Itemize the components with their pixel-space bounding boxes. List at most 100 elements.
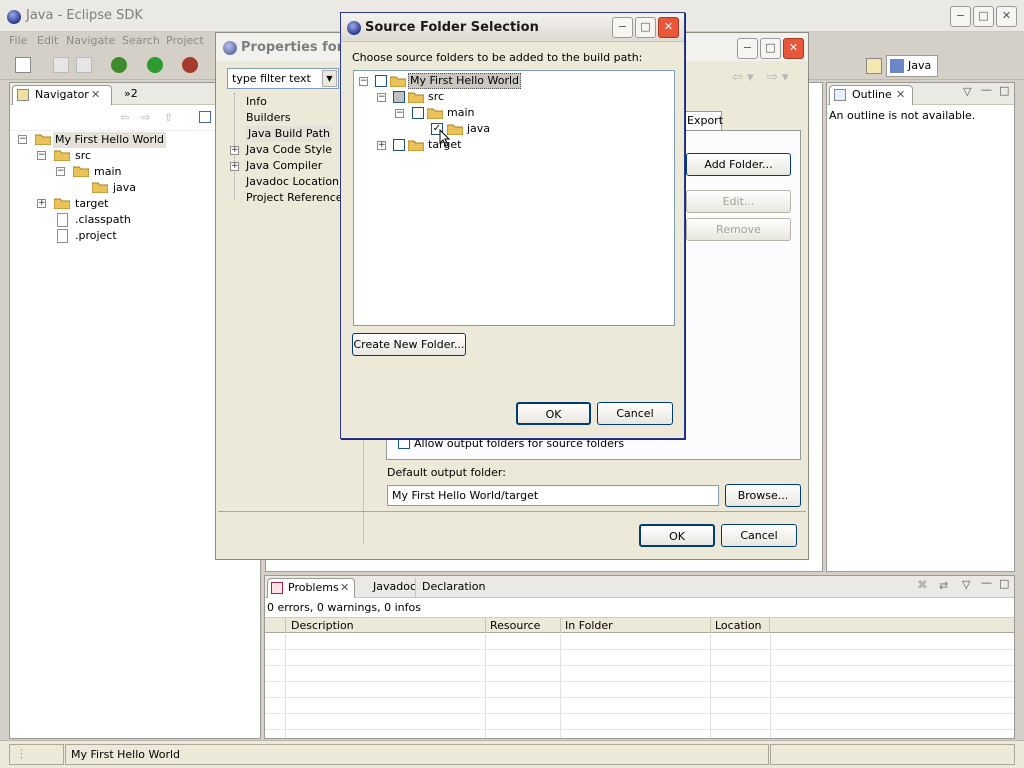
problems-tab-label: Problems <box>288 581 339 594</box>
delete-icon[interactable]: ✖ <box>917 578 928 593</box>
tree-checkbox[interactable] <box>412 107 424 119</box>
new-file-icon[interactable] <box>15 57 31 73</box>
nav-item-javadoc-location[interactable]: Javadoc Location <box>246 174 339 190</box>
tree-item-label: My First Hello World <box>408 73 522 89</box>
view-menu-icon[interactable]: ▽ <box>963 85 971 98</box>
source-ok-button[interactable]: OK <box>516 402 591 425</box>
main-maximize-button[interactable]: □ <box>973 6 994 27</box>
main-window-title: Java - Eclipse SDK <box>26 8 143 23</box>
forward-arrow-icon[interactable]: ⇨ ▾ <box>767 70 789 85</box>
outline-message: An outline is not available. <box>829 109 976 122</box>
tab-javadoc[interactable]: Javadoc <box>367 578 422 598</box>
source-cancel-button[interactable]: Cancel <box>597 402 673 425</box>
tab-problems[interactable]: Problems ✕ <box>267 578 355 598</box>
nav-item-java-compiler[interactable]: Java Compiler <box>246 158 322 174</box>
tree-collapse-icon[interactable]: − <box>359 77 368 86</box>
view-overflow-tab[interactable]: »2 <box>118 85 144 105</box>
close-icon[interactable]: ✕ <box>91 86 100 104</box>
tree-checkbox[interactable] <box>393 91 405 103</box>
save-icon[interactable] <box>53 57 69 73</box>
maximize-view-icon[interactable]: □ <box>999 84 1009 97</box>
menu-edit[interactable]: Edit <box>37 32 58 50</box>
minimize-view-icon[interactable]: — <box>981 576 992 589</box>
column-in-folder[interactable]: In Folder <box>560 618 710 633</box>
run-icon[interactable] <box>147 57 163 73</box>
close-icon[interactable]: ✕ <box>896 86 905 104</box>
debug-bug-icon[interactable] <box>111 57 127 73</box>
menu-file[interactable]: File <box>9 32 27 50</box>
back-arrow-icon[interactable]: ⇦ ▾ <box>732 70 754 85</box>
create-new-folder-button[interactable]: Create New Folder... <box>352 333 466 356</box>
forward-arrow-icon[interactable]: ⇨ <box>141 111 150 124</box>
tree-expand-icon[interactable]: + <box>230 162 239 171</box>
chevron-down-icon[interactable]: ▼ <box>322 70 337 87</box>
tree-item-label: .project <box>75 229 117 242</box>
java-perspective-button[interactable]: Java <box>886 55 938 77</box>
source-minimize-button[interactable]: − <box>612 17 633 38</box>
source-close-button[interactable]: ✕ <box>658 17 679 38</box>
collapse-all-icon[interactable] <box>199 111 211 123</box>
tree-item[interactable]: ✓ java <box>354 121 674 147</box>
tree-item[interactable]: − src <box>354 89 674 105</box>
tab-order-export[interactable]: Export <box>682 111 723 130</box>
default-output-field[interactable]: My First Hello World/target <box>387 485 719 506</box>
tree-item[interactable]: − My First Hello World <box>354 73 674 89</box>
close-icon[interactable]: ✕ <box>340 579 349 597</box>
nav-item-info[interactable]: Info <box>246 94 267 110</box>
eclipse-logo-icon <box>7 10 21 24</box>
file-icon <box>57 229 68 243</box>
tree-item[interactable]: + target <box>354 137 674 153</box>
tree-collapse-icon[interactable]: − <box>56 167 65 176</box>
problems-icon <box>271 582 283 594</box>
add-folder-button[interactable]: Add Folder... <box>686 153 791 176</box>
properties-ok-button[interactable]: OK <box>639 524 715 547</box>
external-tools-icon[interactable] <box>182 57 198 73</box>
source-maximize-button[interactable]: □ <box>635 17 656 38</box>
tab-outline[interactable]: Outline ✕ <box>829 85 913 105</box>
maximize-view-icon[interactable]: □ <box>999 577 1009 590</box>
properties-maximize-button[interactable]: □ <box>760 38 781 59</box>
filter-icon[interactable]: ⇄ <box>939 579 948 592</box>
print-icon[interactable] <box>76 57 92 73</box>
tab-declaration[interactable]: Declaration <box>415 578 491 598</box>
properties-minimize-button[interactable]: − <box>737 38 758 59</box>
tree-expand-icon[interactable]: + <box>230 146 239 155</box>
column-resource[interactable]: Resource <box>485 618 560 633</box>
tree-collapse-icon[interactable]: − <box>18 135 27 144</box>
remove-button[interactable]: Remove <box>686 218 791 241</box>
tree-expand-icon[interactable]: + <box>377 141 386 150</box>
up-icon[interactable]: ⇧ <box>164 111 173 124</box>
folder-icon <box>54 150 70 161</box>
view-menu-icon[interactable]: ▽ <box>962 578 970 591</box>
nav-item-builders[interactable]: Builders <box>246 110 291 126</box>
tree-expand-icon[interactable]: + <box>37 199 46 208</box>
minimize-view-icon[interactable]: — <box>981 83 992 96</box>
tree-collapse-icon[interactable]: − <box>37 151 46 160</box>
browse-button[interactable]: Browse... <box>725 484 801 507</box>
tree-collapse-icon[interactable]: − <box>377 93 386 102</box>
tree-item[interactable]: − main <box>354 105 674 121</box>
tab-navigator[interactable]: Navigator ✕ <box>12 85 112 105</box>
source-instruction: Choose source folders to be added to the… <box>352 51 643 64</box>
navigator-icon <box>17 89 29 101</box>
main-minimize-button[interactable]: − <box>950 6 971 27</box>
properties-close-button[interactable]: ✕ <box>783 38 804 59</box>
open-perspective-icon[interactable] <box>866 58 882 74</box>
column-description[interactable]: Description <box>285 618 485 633</box>
tree-checkbox[interactable] <box>375 75 387 87</box>
back-arrow-icon[interactable]: ⇦ <box>120 111 129 124</box>
nav-item-java-code-style[interactable]: Java Code Style <box>246 142 332 158</box>
tree-collapse-icon[interactable]: − <box>395 109 404 118</box>
properties-cancel-button[interactable]: Cancel <box>721 524 797 547</box>
drag-handle-icon[interactable]: ⋮ <box>16 747 27 760</box>
menu-project[interactable]: Project <box>166 32 204 50</box>
nav-item-java-build-path[interactable]: Java Build Path <box>246 126 333 142</box>
menu-search[interactable]: Search <box>122 32 160 50</box>
column-location[interactable]: Location <box>710 618 770 633</box>
tree-checkbox[interactable] <box>393 139 405 151</box>
edit-button[interactable]: Edit... <box>686 190 791 213</box>
nav-item-project-references[interactable]: Project References <box>246 190 348 206</box>
main-close-button[interactable]: ✕ <box>996 6 1017 27</box>
project-folder-icon <box>390 76 406 87</box>
menu-navigate[interactable]: Navigate <box>66 32 115 50</box>
